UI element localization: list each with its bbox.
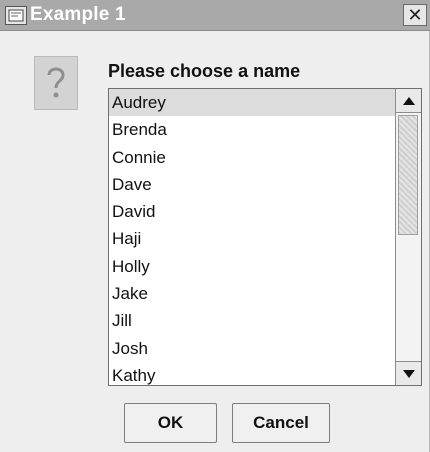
window-title: Example 1: [30, 4, 126, 25]
cancel-button[interactable]: Cancel: [232, 403, 330, 443]
list-item[interactable]: Brenda: [109, 116, 396, 143]
dialog-window: Example 1 ✕ Please choose a name Audrey B…: [0, 0, 430, 452]
list-item[interactable]: Dave: [109, 171, 396, 198]
title-bar[interactable]: Example 1 ✕: [0, 0, 430, 31]
list-item[interactable]: David: [109, 198, 396, 225]
list-item[interactable]: Josh: [109, 335, 396, 362]
list-items: Audrey Brenda Connie Dave David Haji Holly Jake…: [109, 89, 396, 385]
scroll-down-button[interactable]: [396, 361, 421, 385]
list-item[interactable]: Haji: [109, 225, 396, 252]
close-button[interactable]: ✕: [403, 4, 427, 26]
scroll-thumb[interactable]: [398, 115, 418, 235]
scroll-up-button[interactable]: [396, 89, 421, 113]
list-item[interactable]: Connie: [109, 144, 396, 171]
ok-button[interactable]: OK: [124, 403, 217, 443]
list-item[interactable]: Jill: [109, 307, 396, 334]
list-item[interactable]: Jake: [109, 280, 396, 307]
name-list[interactable]: Audrey Brenda Connie Dave David Haji Holly Jake…: [108, 88, 422, 386]
list-item[interactable]: Audrey: [109, 89, 396, 117]
list-item[interactable]: Holly: [109, 253, 396, 280]
app-icon: [5, 6, 27, 25]
vertical-scrollbar[interactable]: [395, 89, 421, 385]
close-icon: ✕: [407, 5, 423, 25]
prompt-text: Please choose a name: [108, 61, 301, 81]
list-item[interactable]: Kathy: [109, 362, 396, 385]
question-icon: [34, 56, 78, 110]
